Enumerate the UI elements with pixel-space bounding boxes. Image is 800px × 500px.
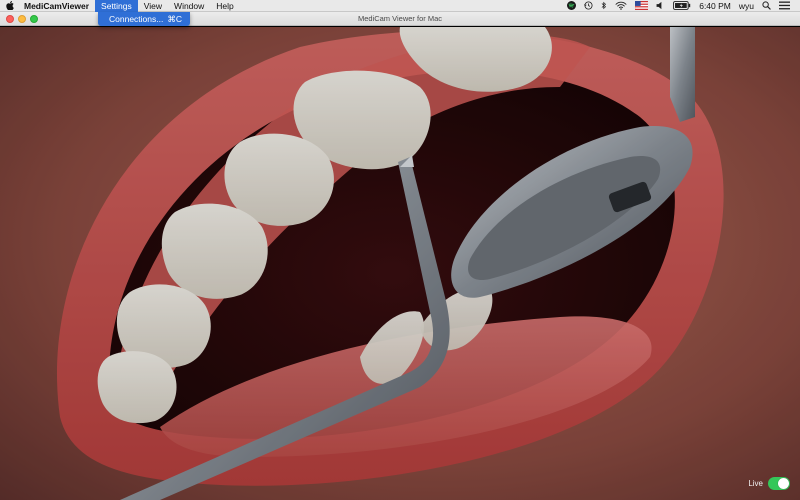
menu-clock[interactable]: 6:40 PM xyxy=(695,1,735,11)
search-icon[interactable] xyxy=(758,0,775,12)
menu-bar-left: MediCamViewer Settings View Window Help xyxy=(0,0,240,12)
dental-camera-image xyxy=(0,27,800,500)
camera-feed xyxy=(0,27,800,500)
list-icon[interactable] xyxy=(775,0,794,12)
battery-icon[interactable] xyxy=(669,0,695,12)
bluetooth-icon[interactable] xyxy=(597,0,610,12)
menu-app-name[interactable]: MediCamViewer xyxy=(20,0,95,12)
flag-icon[interactable] xyxy=(631,0,653,12)
live-toggle[interactable] xyxy=(768,477,790,490)
live-toggle-knob[interactable] xyxy=(778,478,789,489)
menu-view[interactable]: View xyxy=(138,0,168,12)
apple-icon[interactable] xyxy=(0,0,20,12)
time-machine-icon[interactable] xyxy=(580,0,597,12)
connections-menu-item[interactable]: Connections... xyxy=(109,14,163,24)
spotify-icon[interactable] xyxy=(563,0,580,12)
menu-bar: MediCamViewer Settings View Window Help … xyxy=(0,0,800,12)
wifi-icon[interactable] xyxy=(611,0,631,12)
live-label: Live xyxy=(748,479,763,488)
connections-shortcut: ⌘C xyxy=(167,13,182,24)
volume-icon[interactable] xyxy=(652,0,669,12)
menu-user[interactable]: wyu xyxy=(735,1,758,11)
menu-bar-right: 6:40 PM wyu xyxy=(563,0,800,12)
menu-help[interactable]: Help xyxy=(210,0,239,12)
settings-dropdown[interactable]: Connections... ⌘C xyxy=(98,12,190,26)
menu-window[interactable]: Window xyxy=(168,0,210,12)
menu-settings[interactable]: Settings xyxy=(95,0,138,12)
live-control: Live xyxy=(748,477,790,490)
